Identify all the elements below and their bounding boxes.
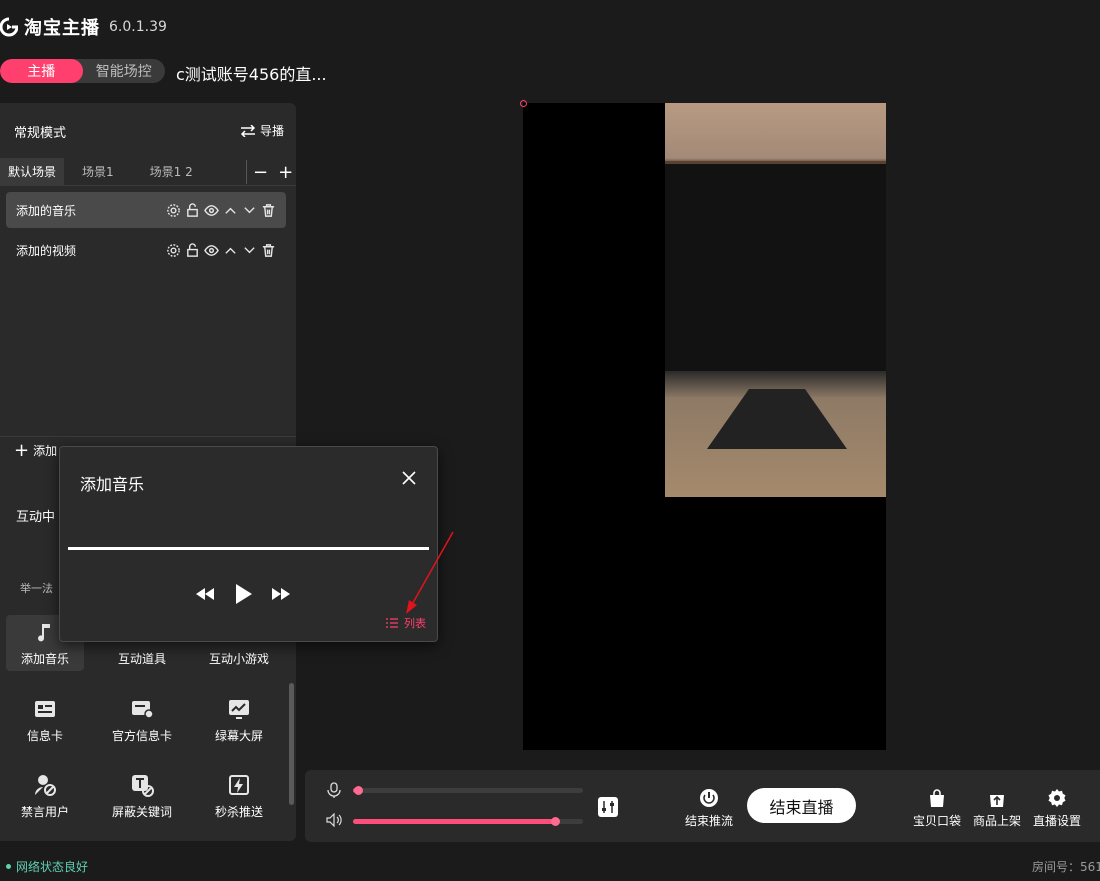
- taobao-live-logo-icon: [0, 17, 18, 37]
- fast-forward-icon[interactable]: [271, 587, 291, 601]
- source-label: 添加的音乐: [16, 203, 77, 218]
- grid-label: 绿幕大屏: [214, 728, 263, 743]
- source-row-music[interactable]: 添加的音乐: [6, 192, 286, 228]
- grid-label: 信息卡: [26, 728, 63, 743]
- chevron-up-icon[interactable]: [223, 243, 238, 258]
- app-version: 6.0.1.39: [109, 19, 167, 35]
- rewind-icon[interactable]: [195, 587, 215, 601]
- stop-push-button[interactable]: 结束推流: [685, 788, 733, 829]
- gear-icon: [1048, 789, 1066, 807]
- popup-title: 添加音乐: [80, 475, 145, 494]
- close-icon[interactable]: [400, 469, 418, 487]
- chevron-down-icon[interactable]: [242, 243, 257, 258]
- gear-icon[interactable]: [166, 243, 181, 258]
- power-icon: [700, 789, 718, 807]
- annotation-arrow-icon: [406, 531, 454, 614]
- eye-icon[interactable]: [204, 203, 219, 218]
- trash-icon[interactable]: [261, 203, 276, 218]
- camera-video-frame: [665, 103, 886, 497]
- official-card-icon: [132, 700, 154, 719]
- grid-label: 禁言用户: [20, 804, 69, 819]
- player-controls: [195, 583, 291, 605]
- guide-label: 导播: [260, 124, 285, 138]
- room-number: 房间号：561: [1032, 860, 1100, 874]
- flash-sale-push-button[interactable]: 秒杀推送: [200, 768, 278, 824]
- list-icon: [386, 618, 398, 628]
- mic-volume-slider[interactable]: [353, 788, 583, 793]
- lock-icon[interactable]: [185, 202, 200, 218]
- music-icon: [38, 623, 50, 641]
- tab-scene-1-2[interactable]: 场景1 2: [132, 158, 211, 185]
- partial-text: 举一法: [20, 582, 53, 595]
- gear-icon[interactable]: [166, 203, 181, 218]
- app-name: 淘宝主播: [24, 18, 100, 39]
- mode-smart-control-tab[interactable]: 智能场控: [83, 59, 166, 83]
- grid-label: 互动小游戏: [208, 651, 269, 666]
- stop-push-label: 结束推流: [685, 814, 734, 828]
- panel-scrollbar[interactable]: [289, 683, 294, 805]
- status-dot-icon: [6, 864, 11, 869]
- product-shelf-button[interactable]: 商品上架: [973, 788, 1021, 829]
- source-label: 添加的视频: [16, 243, 77, 258]
- grid-label: 屏蔽关键词: [111, 804, 172, 819]
- guide-button[interactable]: 导播: [240, 122, 284, 139]
- grid-label: 添加音乐: [20, 651, 69, 666]
- official-info-card-button[interactable]: 官方信息卡: [103, 692, 181, 748]
- account-name: c测试账号456的直...: [176, 65, 327, 84]
- network-status: 网络状态良好: [6, 858, 88, 875]
- network-status-text: 网络状态良好: [16, 860, 89, 874]
- mode-anchor-tab[interactable]: 主播: [0, 59, 83, 83]
- mute-user-button[interactable]: 禁言用户: [6, 768, 84, 824]
- product-bag-button[interactable]: 宝贝口袋: [913, 788, 961, 829]
- microphone-icon: [327, 782, 341, 798]
- settings-label: 直播设置: [1033, 814, 1082, 828]
- mic-volume-knob[interactable]: [353, 786, 363, 795]
- swap-arrows-icon: [240, 124, 256, 137]
- tab-scene-1[interactable]: 场景1: [64, 158, 132, 185]
- monitor-stand: [707, 389, 847, 449]
- upload-bag-icon: [990, 795, 1004, 807]
- mode-title: 常规模式: [14, 126, 67, 141]
- remove-scene-icon[interactable]: −: [253, 162, 268, 183]
- add-source-label: 添加: [33, 444, 58, 458]
- plus-icon: +: [14, 440, 30, 461]
- tab-default-scene[interactable]: 默认场景: [0, 158, 65, 185]
- source-row-video[interactable]: 添加的视频: [6, 232, 286, 268]
- lock-icon[interactable]: [185, 242, 200, 258]
- trash-icon[interactable]: [261, 243, 276, 258]
- grid-label: 互动道具: [117, 651, 166, 666]
- audio-mixer-icon[interactable]: [597, 796, 619, 818]
- speaker-volume-fill: [353, 819, 556, 824]
- add-music-popup: 添加音乐 列表: [59, 446, 438, 642]
- info-card-icon: [35, 700, 55, 717]
- green-screen-button[interactable]: 绿幕大屏: [200, 692, 278, 748]
- interactive-section-title: 互动中: [16, 510, 56, 525]
- grid-label: 官方信息卡: [111, 728, 172, 743]
- grid-label: 秒杀推送: [214, 804, 263, 819]
- bag-icon: [930, 789, 944, 807]
- block-keyword-icon: [132, 774, 154, 797]
- flash-sale-icon: [229, 774, 249, 795]
- chevron-up-icon[interactable]: [223, 203, 238, 218]
- speaker-volume-slider[interactable]: [353, 819, 583, 824]
- add-scene-icon[interactable]: +: [278, 162, 293, 183]
- bag-label: 宝贝口袋: [913, 814, 962, 828]
- scene-tab-controls: − +: [246, 160, 293, 184]
- mute-user-icon: [35, 774, 56, 796]
- preview-anchor-handle[interactable]: [520, 100, 527, 107]
- chevron-down-icon[interactable]: [242, 203, 257, 218]
- green-screen-icon: [229, 699, 249, 719]
- mode-switch[interactable]: 主播 智能场控: [0, 59, 165, 83]
- speaker-icon: [326, 813, 342, 827]
- end-live-button[interactable]: 结束直播: [747, 788, 856, 823]
- shelf-label: 商品上架: [973, 814, 1022, 828]
- app-logo: 淘宝主播: [0, 14, 100, 40]
- eye-icon[interactable]: [204, 243, 219, 258]
- block-keyword-button[interactable]: 屏蔽关键词: [103, 768, 181, 824]
- info-card-button[interactable]: 信息卡: [6, 692, 84, 748]
- monitor-screen: [665, 161, 886, 371]
- live-settings-button[interactable]: 直播设置: [1033, 788, 1081, 829]
- music-progress-bar[interactable]: [68, 547, 429, 550]
- play-icon[interactable]: [233, 583, 253, 605]
